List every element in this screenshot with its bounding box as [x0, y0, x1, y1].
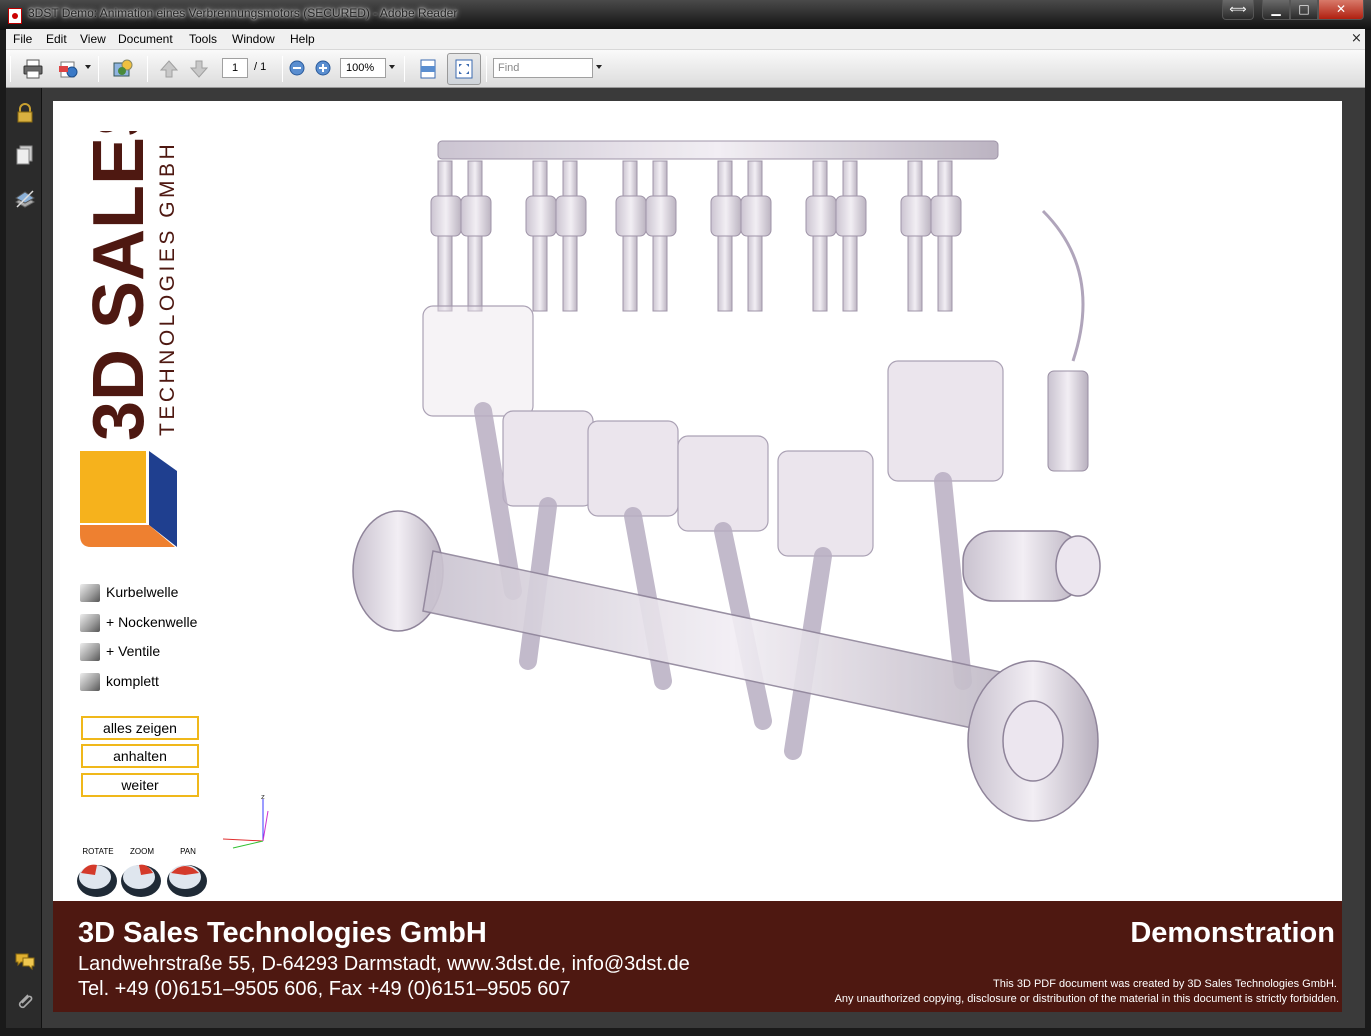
resize-button[interactable]: ⟺: [1222, 0, 1254, 20]
window-title: 3DST Demo: Animation eines Verbrennungsm…: [28, 6, 458, 20]
menu-view[interactable]: View: [80, 32, 106, 46]
view-checkbox-icon: [80, 584, 100, 602]
lock-icon[interactable]: [14, 102, 36, 124]
attachments-icon[interactable]: [14, 990, 36, 1012]
comments-icon[interactable]: [14, 950, 36, 972]
menu-edit[interactable]: Edit: [46, 32, 67, 46]
minimize-button[interactable]: ▁: [1262, 0, 1290, 20]
view-label: komplett: [106, 673, 159, 689]
continue-button[interactable]: weiter: [81, 773, 199, 797]
menu-document[interactable]: Document: [118, 32, 173, 46]
view-checkbox-icon: [80, 673, 100, 691]
fit-width-icon[interactable]: [417, 58, 439, 80]
company-address: Landwehrstraße 55, D-64293 Darmstadt, ww…: [78, 953, 690, 975]
page-total: / 1: [254, 61, 267, 73]
app-window: 3DST Demo: Animation eines Verbrennungsm…: [0, 0, 1371, 1036]
view-checkbox-icon: [80, 643, 100, 661]
axis-z-label: z: [261, 793, 265, 801]
menu-tools[interactable]: Tools: [189, 32, 217, 46]
find-input[interactable]: Find: [493, 58, 593, 78]
zoom-label: ZOOM: [130, 847, 154, 856]
pages-icon[interactable]: [14, 144, 36, 166]
zoom-out-icon[interactable]: [288, 59, 306, 77]
toolbar-separator: [98, 56, 99, 82]
pause-button[interactable]: anhalten: [81, 744, 199, 768]
find-dropdown-icon[interactable]: [596, 65, 602, 69]
mouse-zoom-icon: [121, 864, 161, 897]
view-label: Kurbelwelle: [106, 584, 179, 600]
logo-text-3d: 3D SALES: [79, 131, 159, 441]
close-document-button[interactable]: ×: [1351, 31, 1362, 46]
menu-bar: File Edit View Document Tools Window Hel…: [6, 29, 1365, 50]
prev-page-icon[interactable]: [158, 58, 180, 80]
toolbar-separator: [486, 56, 487, 82]
toolbar: 1 / 1 100% Find: [6, 50, 1365, 88]
menu-window[interactable]: Window: [232, 32, 275, 46]
pan-label: PAN: [180, 847, 196, 856]
menu-help[interactable]: Help: [290, 32, 315, 46]
toolbar-separator: [282, 56, 283, 82]
copyright-note-2: Any unauthorized copying, disclosure or …: [834, 993, 1339, 1005]
collaborate-icon[interactable]: [112, 58, 134, 80]
print-icon[interactable]: [22, 58, 44, 80]
copyright-note-1: This 3D PDF document was created by 3D S…: [992, 978, 1337, 990]
maximize-button[interactable]: □: [1290, 0, 1318, 20]
engine-3d-model[interactable]: [343, 121, 1133, 831]
3d-sales-logo: 3D SALES TECHNOLOGIES GMBH: [79, 131, 179, 547]
mouse-pan-icon: [167, 865, 207, 897]
title-bar: 3DST Demo: Animation eines Verbrennungsm…: [0, 0, 1371, 30]
company-name: 3D Sales Technologies GmbH: [78, 917, 487, 949]
rotate-mouse: ROTATE: [75, 847, 121, 899]
view-label: + Ventile: [106, 643, 161, 659]
show-all-button[interactable]: alles zeigen: [81, 716, 199, 740]
pan-mouse: PAN: [165, 847, 211, 899]
axis-triad-icon: z: [222, 793, 269, 849]
zoom-in-icon[interactable]: [314, 59, 332, 77]
toolbar-separator: [404, 56, 405, 82]
rotate-label: ROTATE: [82, 847, 114, 856]
company-phone: Tel. +49 (0)6151–9505 606, Fax +49 (0)61…: [78, 978, 571, 1000]
adobe-reader-icon: [8, 8, 22, 24]
demonstration-label: Demonstration: [1130, 917, 1335, 949]
logo-text-technologies: TECHNOLOGIES GMBH: [156, 141, 179, 436]
document-footer: 3D Sales Technologies GmbH Landwehrstraß…: [53, 901, 1342, 1012]
email-dropdown-icon[interactable]: [85, 65, 91, 69]
next-page-icon[interactable]: [188, 58, 210, 80]
close-button[interactable]: ✕: [1318, 0, 1364, 20]
zoom-level-input[interactable]: 100%: [340, 58, 386, 78]
page-number-input[interactable]: 1: [222, 58, 248, 78]
zoom-dropdown-icon[interactable]: [389, 65, 395, 69]
view-label: + Nockenwelle: [106, 614, 198, 630]
pdf-page: 3D SALES TECHNOLOGIES GMBH Kurbelwelle +…: [53, 101, 1342, 1012]
email-icon[interactable]: [58, 58, 80, 80]
layers-icon[interactable]: [14, 188, 36, 210]
mouse-rotate-icon: [77, 864, 117, 897]
menu-file[interactable]: File: [13, 32, 32, 46]
toolbar-separator: [147, 56, 148, 82]
fit-window-icon[interactable]: [453, 58, 475, 80]
toolbar-grip: [10, 56, 11, 82]
view-checkbox-icon: [80, 614, 100, 632]
zoom-mouse: ZOOM: [119, 847, 165, 899]
navigation-pane: [6, 88, 42, 1028]
